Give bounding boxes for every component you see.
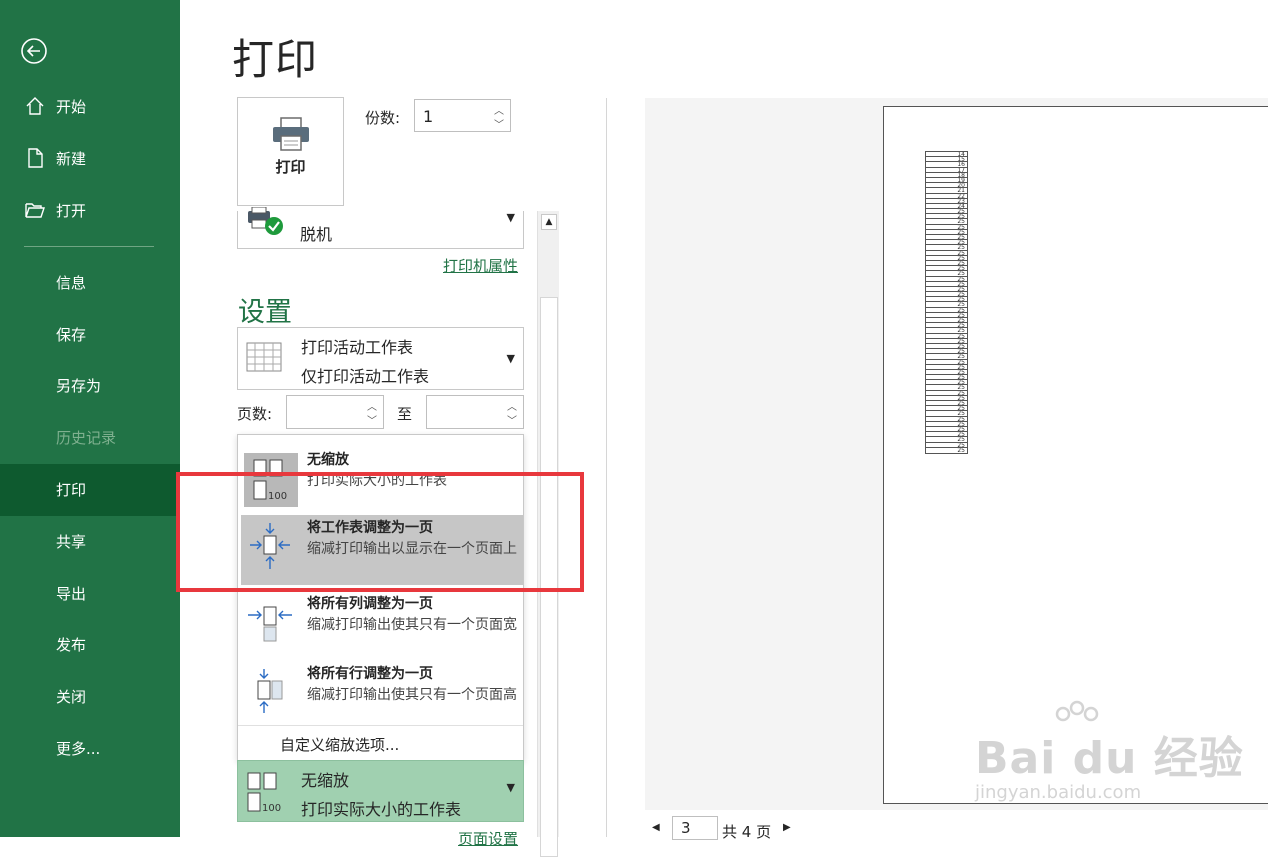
scale-badge: 100: [262, 803, 281, 814]
scaling-option-fit-columns[interactable]: 将所有列调整为一页 缩减打印输出使其只有一个页面宽: [241, 591, 523, 661]
scaling-option-title: 将所有行调整为一页: [307, 666, 433, 682]
printer-status: 脱机: [300, 225, 333, 244]
nav-label: 发布: [56, 636, 87, 654]
dropdown-arrow-icon: ▼: [506, 211, 515, 224]
open-folder-icon: [25, 203, 45, 218]
scaling-option-desc: 缩减打印输出使其只有一个页面高: [307, 687, 517, 703]
pages-to-input[interactable]: ︿ ﹀: [426, 395, 524, 429]
nav-item-open[interactable]: 打开: [0, 185, 180, 237]
print-what-line1: 打印活动工作表: [301, 338, 414, 357]
nav-label: 打印: [56, 481, 87, 499]
scaling-option-title: 将所有列调整为一页: [307, 596, 433, 612]
fit-rows-icon: [257, 669, 283, 713]
watermark-brand: Bai du 经验: [975, 733, 1244, 784]
spin-up-icon[interactable]: ︿: [367, 398, 377, 413]
copies-label: 份数:: [365, 109, 401, 127]
nav-label: 共享: [56, 533, 87, 551]
nav-label: 历史记录: [56, 429, 117, 447]
print-button-label: 打印: [275, 158, 306, 176]
preview-table: 14 15 16 17 18 19 20 21 22 23 24 25 25 25 25 25 25 25 25 25…: [925, 151, 968, 454]
nav-label: 另存为: [56, 377, 102, 395]
nav-label: 导出: [56, 585, 87, 603]
nav-label: 开始: [56, 98, 87, 116]
nav-label: 更多...: [56, 740, 101, 758]
settings-title: 设置: [238, 297, 292, 328]
back-arrow-icon[interactable]: [20, 37, 48, 65]
panel-divider: [606, 98, 607, 837]
scaling-select-line1: 无缩放: [301, 771, 350, 790]
scaling-select[interactable]: 100 无缩放 打印实际大小的工作表 ▼: [237, 760, 524, 822]
nav-item-save[interactable]: 保存: [0, 309, 180, 361]
highlight-annotation: [176, 472, 584, 592]
page-title: 打印: [232, 35, 319, 84]
spin-down-icon[interactable]: ﹀: [367, 412, 377, 427]
dropdown-arrow-icon: ▼: [506, 352, 515, 365]
scaling-option-desc: 缩减打印输出使其只有一个页面宽: [307, 617, 517, 633]
scroll-up-icon[interactable]: ▲: [541, 214, 557, 230]
nav-item-share[interactable]: 共享: [0, 516, 180, 568]
next-page-icon[interactable]: ▶: [783, 822, 791, 833]
page-setup-link[interactable]: 页面设置: [458, 828, 518, 849]
pages-label: 页数:: [237, 405, 273, 423]
backstage-nav: 开始 新建 打开 信息 保存 另存为 历史记录 打印 共享 导出 发布 关闭 更…: [0, 0, 180, 837]
nav-item-history: 历史记录: [0, 412, 180, 464]
no-scaling-icon: 100: [247, 772, 281, 814]
print-what-line2: 仅打印活动工作表: [301, 367, 430, 386]
printer-properties-link[interactable]: 打印机属性: [443, 255, 518, 276]
prev-page-icon[interactable]: ◀: [652, 822, 660, 833]
spin-up-icon[interactable]: ︿: [507, 398, 517, 413]
scaling-select-line2: 打印实际大小的工作表: [301, 800, 462, 819]
custom-scaling-options[interactable]: 自定义缩放选项...: [280, 734, 399, 755]
nav-item-publish[interactable]: 发布: [0, 619, 180, 671]
print-what-select[interactable]: 打印活动工作表 仅打印活动工作表 ▼: [237, 327, 524, 390]
scaling-option-title: 无缩放: [307, 452, 349, 468]
print-button[interactable]: 打印: [237, 97, 344, 206]
nav-item-more[interactable]: 更多...: [0, 723, 180, 775]
home-icon: [26, 97, 44, 115]
nav-item-export[interactable]: 导出: [0, 568, 180, 620]
spin-down-icon[interactable]: ﹀: [494, 116, 504, 131]
printer-icon: [273, 117, 309, 151]
nav-label: 打开: [56, 202, 87, 220]
menu-divider: [238, 725, 523, 726]
nav-item-close[interactable]: 关闭: [0, 671, 180, 723]
copies-value: 1: [423, 107, 434, 126]
nav-item-home[interactable]: 开始: [0, 81, 180, 133]
nav-item-print[interactable]: 打印: [0, 464, 180, 516]
total-pages: 共 4 页: [722, 823, 772, 841]
nav-label: 信息: [56, 274, 87, 292]
fit-columns-icon: [248, 606, 292, 642]
preview-row: 25: [957, 447, 965, 453]
printer-status-icon: [248, 207, 283, 235]
nav-item-save-as[interactable]: 另存为: [0, 360, 180, 412]
copies-input[interactable]: 1 ︿ ﹀: [414, 99, 511, 132]
nav-label: 新建: [56, 150, 87, 168]
printer-select[interactable]: 脱机 ▼: [237, 207, 524, 249]
spin-up-icon[interactable]: ︿: [494, 102, 504, 117]
nav-divider: [24, 246, 154, 247]
nav-item-new[interactable]: 新建: [0, 133, 180, 185]
new-document-icon: [28, 148, 43, 168]
watermark-url: jingyan.baidu.com: [975, 782, 1142, 803]
pages-to-label: 至: [397, 405, 413, 423]
spin-down-icon[interactable]: ﹀: [507, 412, 517, 427]
sheet-grid-icon: [246, 342, 282, 372]
nav-label: 关闭: [56, 688, 87, 706]
scaling-option-fit-rows[interactable]: 将所有行调整为一页 缩减打印输出使其只有一个页面高: [241, 661, 523, 731]
nav-label: 保存: [56, 326, 87, 344]
current-page-input[interactable]: 3: [672, 816, 718, 840]
nav-item-info[interactable]: 信息: [0, 257, 180, 309]
dropdown-arrow-icon: ▼: [506, 781, 515, 794]
pages-from-input[interactable]: ︿ ﹀: [286, 395, 384, 429]
